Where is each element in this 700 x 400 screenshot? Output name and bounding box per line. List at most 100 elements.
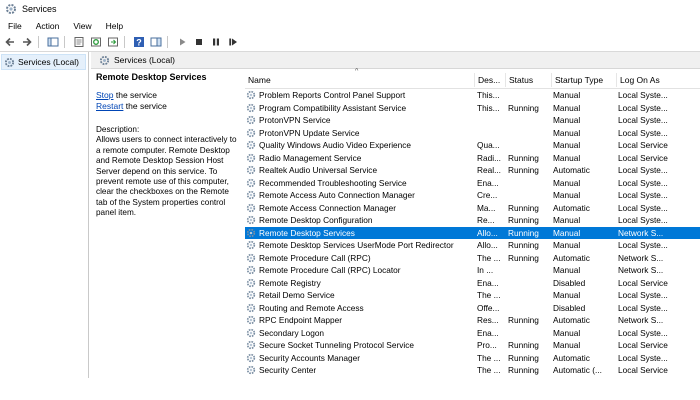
service-gear-icon: [246, 303, 256, 312]
table-row[interactable]: Problem Reports Control Panel Support Thi…: [245, 89, 700, 102]
service-name-cell: RPC Endpoint Mapper: [246, 314, 474, 327]
service-description-cell: Allo...: [477, 227, 498, 238]
show-hide-action-pane-button[interactable]: [149, 35, 163, 49]
export-icon: [108, 37, 118, 47]
service-name-cell: Program Compatibility Assistant Service: [246, 102, 474, 115]
service-log-on-as-cell: Local Syste...: [618, 327, 668, 338]
menu-help[interactable]: Help: [98, 21, 129, 31]
service-startup-type-cell: Disabled: [553, 277, 586, 288]
table-row[interactable]: Remote Procedure Call (RPC) Locator In ..…: [245, 264, 700, 277]
menu-action[interactable]: Action: [28, 21, 66, 31]
service-status-cell: Running: [508, 227, 539, 238]
console-tree-button[interactable]: [46, 35, 60, 49]
properties-button[interactable]: [72, 35, 86, 49]
table-row[interactable]: Realtek Audio Universal Service Real... Ru…: [245, 164, 700, 177]
service-name: Remote Desktop Services UserMode Port Re…: [259, 240, 454, 250]
table-row[interactable]: ProtonVPN Update Service Manual Local Syst…: [245, 127, 700, 140]
service-name-cell: Recommended Troubleshooting Service: [246, 177, 474, 190]
column-header-name[interactable]: Name: [245, 73, 475, 87]
column-header-startup-type[interactable]: Startup Type: [552, 73, 617, 87]
selected-service-title: Remote Desktop Services: [96, 72, 207, 82]
column-header-log-on-as[interactable]: Log On As: [617, 73, 679, 87]
service-gear-icon: [246, 103, 256, 112]
restart-service-link[interactable]: Restart: [96, 101, 123, 111]
pause-service-button[interactable]: [209, 35, 223, 49]
service-gear-icon: [246, 366, 256, 375]
service-status-cell: Running: [508, 152, 539, 163]
menu-file[interactable]: File: [0, 21, 28, 31]
service-startup-type-cell: Manual: [553, 102, 581, 113]
service-gear-icon: [246, 278, 256, 287]
service-name-cell: Remote Access Connection Manager: [246, 202, 474, 215]
toolbar-separator: [64, 36, 65, 48]
toolbar-separator: [167, 36, 168, 48]
service-log-on-as-cell: Local Syste...: [618, 302, 668, 313]
service-name: Remote Access Auto Connection Manager: [259, 190, 415, 200]
table-row[interactable]: Remote Procedure Call (RPC) The ... Runnin…: [245, 252, 700, 265]
service-name-cell: Quality Windows Audio Video Experience: [246, 139, 474, 152]
service-description-cell: Pro...: [477, 340, 497, 350]
table-row[interactable]: Program Compatibility Assistant Service T…: [245, 102, 700, 115]
service-startup-type-cell: Automatic: [553, 315, 590, 325]
restart-service-button[interactable]: [226, 35, 240, 49]
service-status-cell: Running: [508, 252, 539, 263]
service-gear-icon: [246, 141, 256, 150]
service-log-on-as-cell: Local Syste...: [618, 290, 668, 300]
back-arrow-icon: [5, 37, 14, 47]
table-row[interactable]: Remote Desktop Configuration Re... Running…: [245, 214, 700, 227]
table-row[interactable]: Remote Desktop Services Allo... Running Man…: [245, 226, 700, 239]
service-status-cell: Running: [508, 240, 539, 250]
start-service-button[interactable]: [175, 35, 189, 49]
details-pane: Services (Local) Remote Desktop Services…: [91, 52, 700, 378]
forward-button[interactable]: [20, 35, 34, 49]
help-button[interactable]: ?: [132, 35, 146, 49]
table-row[interactable]: RPC Endpoint Mapper Res... Running Automati…: [245, 314, 700, 327]
service-name: Recommended Troubleshooting Service: [259, 177, 407, 188]
service-name-cell: Security Accounts Manager: [246, 352, 474, 365]
column-header-row: ^ Name Des... Status Startup Type Log On…: [245, 68, 700, 89]
table-row[interactable]: Retail Demo Service The ... Manual Local Sy…: [245, 289, 700, 302]
service-gear-icon: [246, 316, 256, 325]
menu-view[interactable]: View: [65, 21, 97, 31]
table-row[interactable]: Remote Access Auto Connection Manager Cre…: [245, 189, 700, 202]
service-name-cell: Radio Management Service: [246, 152, 474, 165]
table-row[interactable]: Remote Access Connection Manager Ma... Run…: [245, 202, 700, 215]
service-name: Retail Demo Service: [259, 290, 335, 300]
column-header-status[interactable]: Status: [506, 73, 552, 87]
table-row[interactable]: Routing and Remote Access Offe... Disabled…: [245, 302, 700, 315]
table-row[interactable]: Security Center The ... Running Automatic (…: [245, 364, 700, 377]
service-name: Remote Access Connection Manager: [259, 202, 396, 213]
table-row[interactable]: ProtonVPN Service Manual Local Syste...: [245, 114, 700, 127]
services-gear-icon: [4, 57, 15, 67]
refresh-button[interactable]: [89, 35, 103, 49]
table-row[interactable]: Recommended Troubleshooting Service Ena..…: [245, 177, 700, 190]
play-icon: [180, 38, 186, 46]
table-row[interactable]: Quality Windows Audio Video Experience Qu…: [245, 139, 700, 152]
back-button[interactable]: [3, 35, 17, 49]
service-description-cell: Offe...: [477, 302, 500, 313]
table-row[interactable]: Secure Socket Tunneling Protocol Service…: [245, 339, 700, 352]
table-row[interactable]: Remote Registry Ena... Disabled Local Servi…: [245, 277, 700, 290]
stop-service-link[interactable]: Stop: [96, 90, 114, 100]
toolbar: ?: [0, 33, 700, 52]
table-row[interactable]: Secondary Logon Ena... Manual Local Syste..…: [245, 327, 700, 340]
services-list: ^ Name Des... Status Startup Type Log On…: [245, 68, 700, 378]
service-name-cell: Security Center: [246, 364, 474, 377]
table-row[interactable]: Security Accounts Manager The ... Running A…: [245, 352, 700, 365]
tree-node-services-local[interactable]: Services (Local): [1, 54, 86, 70]
export-list-button[interactable]: [106, 35, 120, 49]
table-row[interactable]: Remote Desktop Services UserMode Port Re…: [245, 239, 700, 252]
service-startup-type-cell: Manual: [553, 115, 581, 125]
pause-icon: [213, 38, 219, 46]
column-header-description[interactable]: Des...: [475, 73, 506, 87]
stop-service-button[interactable]: [192, 35, 206, 49]
service-log-on-as-cell: Local Syste...: [618, 102, 668, 113]
service-description-cell: Ma...: [477, 202, 496, 213]
service-gear-icon: [246, 216, 256, 225]
service-startup-type-cell: Disabled: [553, 302, 586, 313]
table-row[interactable]: Radio Management Service Radi... Running Ma…: [245, 152, 700, 165]
service-description-cell: Allo...: [477, 240, 498, 250]
service-startup-type-cell: Automatic: [553, 352, 590, 363]
service-status-cell: Running: [508, 340, 539, 350]
service-startup-type-cell: Manual: [553, 290, 581, 300]
